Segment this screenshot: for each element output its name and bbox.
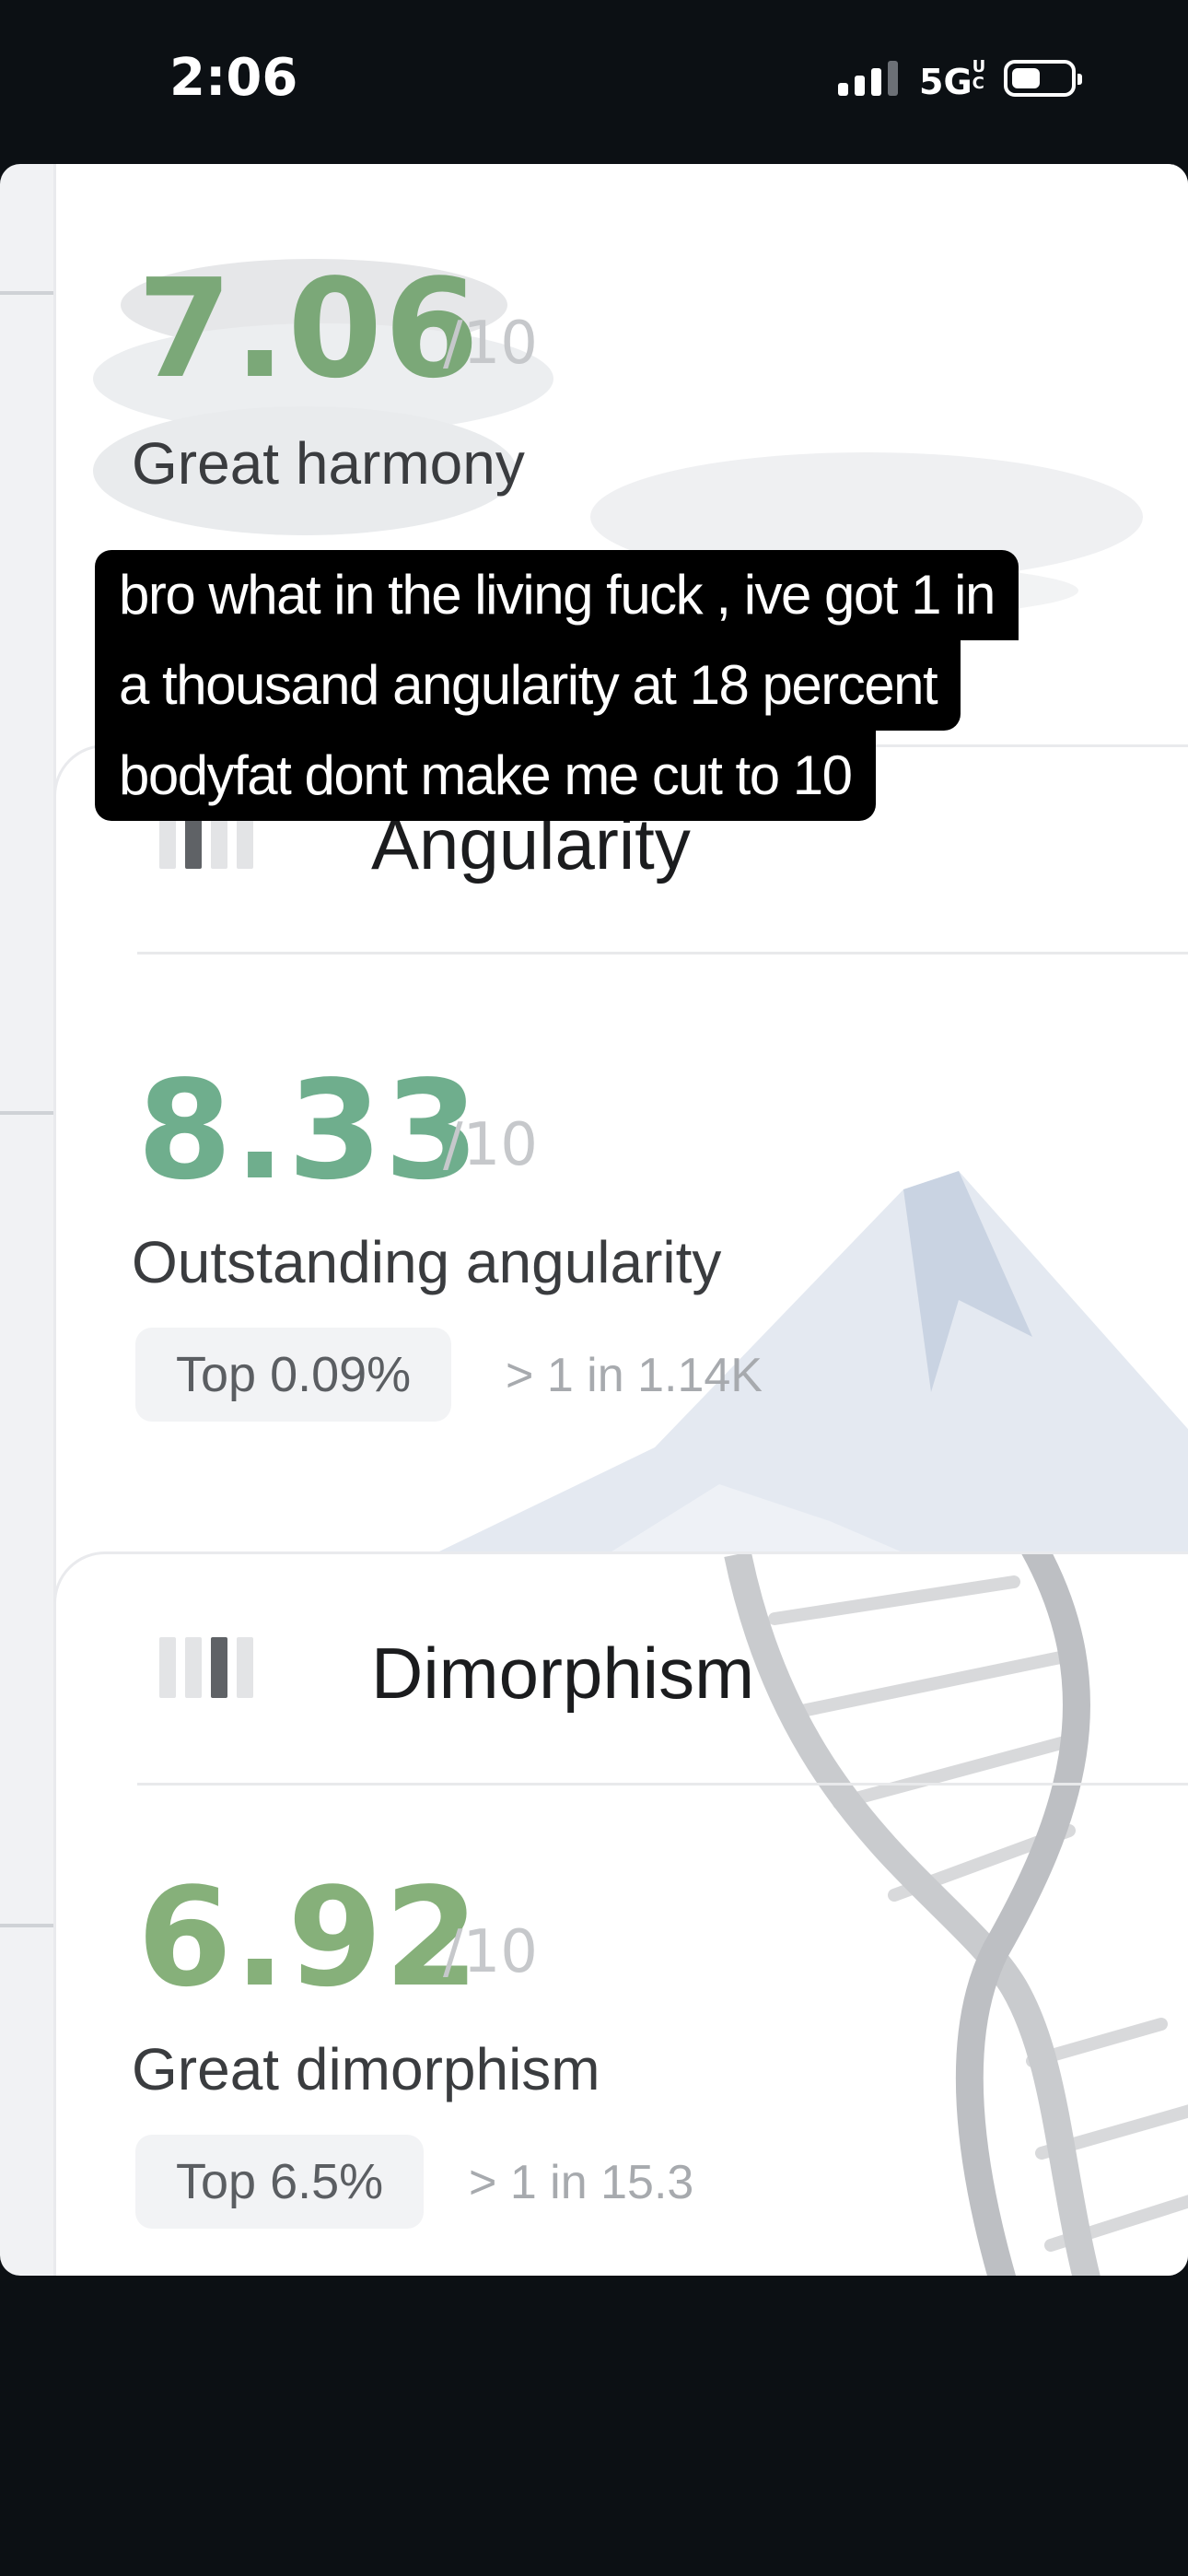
harmony-out-of: /10 (443, 310, 538, 378)
angularity-card[interactable]: Angularity 8.33 /10 Outstanding angulari… (53, 744, 1188, 1647)
dimorphism-header: Dimorphism (56, 1554, 1188, 1739)
harmony-description: Great harmony (132, 430, 525, 497)
mountain-icon (388, 1171, 1188, 1576)
network-suffix: UC (972, 57, 986, 93)
timeline-tick (0, 1111, 53, 1115)
story-caption[interactable]: bro what in the living fuck , ive got 1 … (95, 550, 1019, 821)
dimorphism-card[interactable]: Dimorphism 6.92 /10 Great dimorphism Top… (53, 1551, 1188, 2276)
level-bars-icon (159, 1637, 253, 1698)
battery-icon (1004, 60, 1082, 97)
timeline-tick (0, 291, 53, 295)
caption-line-text: bodyfat dont make me cut to 10 (95, 731, 876, 821)
network-indicator: 5GUC (919, 57, 991, 103)
card-divider (137, 1783, 1188, 1786)
timeline-tick (0, 1924, 53, 1927)
angularity-out-of: /10 (443, 1111, 538, 1179)
angularity-rank-badge: Top 0.09% (135, 1328, 452, 1422)
caption-line: a thousand angularity at 18 percent (95, 640, 1019, 731)
caption-line-text: a thousand angularity at 18 percent (95, 640, 961, 731)
status-time: 2:06 (169, 48, 298, 108)
caption-line-text: bro what in the living fuck , ive got 1 … (95, 550, 1019, 640)
angularity-odds: > 1 in 1.14K (506, 1349, 763, 1402)
dimorphism-score: 6.92 (137, 1858, 482, 2017)
harmony-score: 7.06 (137, 250, 482, 408)
score-panel: 7.06 /10 Great harmony Angularity 8.33 /… (0, 164, 1188, 2276)
card-divider (137, 952, 1188, 954)
dimorphism-title: Dimorphism (371, 1633, 755, 1714)
dimorphism-description: Great dimorphism (132, 2036, 600, 2102)
caption-line: bro what in the living fuck , ive got 1 … (95, 550, 1019, 640)
dimorphism-rank-badge: Top 6.5% (135, 2135, 425, 2229)
cellular-signal-icon (838, 61, 898, 96)
dimorphism-odds: > 1 in 15.3 (469, 2156, 694, 2209)
dimorphism-out-of: /10 (443, 1918, 538, 1986)
caption-line: bodyfat dont make me cut to 10 (95, 731, 1019, 821)
angularity-description: Outstanding angularity (132, 1229, 722, 1295)
network-label: 5G (919, 62, 973, 102)
angularity-score: 8.33 (137, 1051, 482, 1210)
